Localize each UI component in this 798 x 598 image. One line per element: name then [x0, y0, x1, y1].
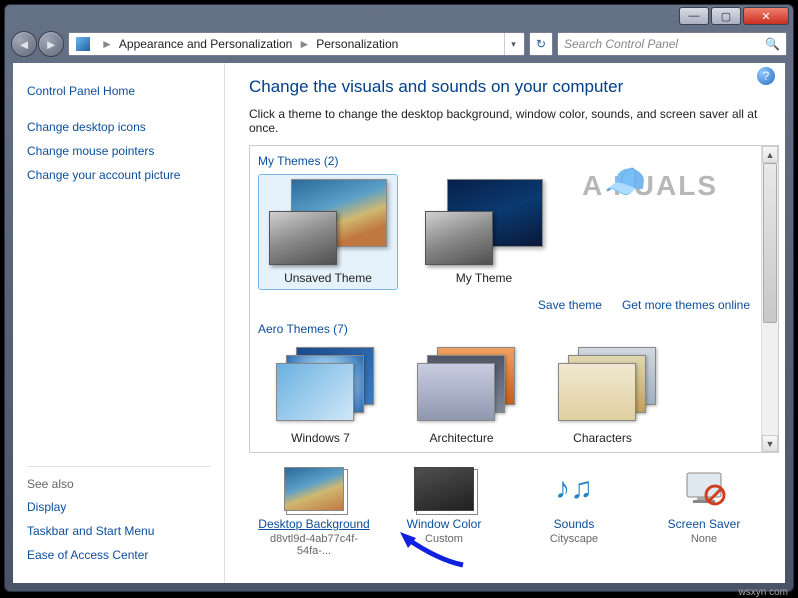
- main-panel: ? Change the visuals and sounds on your …: [225, 63, 785, 583]
- themes-list: A PUALS 🧢 My Themes (2) Unsaved Theme: [249, 145, 779, 453]
- theme-thumbnail: [550, 347, 656, 425]
- sidebar-link-desktop-icons[interactable]: Change desktop icons: [27, 115, 210, 139]
- theme-label: Unsaved Theme: [263, 271, 393, 285]
- navigation-bar: ◄ ► ► Appearance and Personalization ► P…: [5, 27, 793, 61]
- theme-label: Characters: [545, 431, 660, 445]
- get-more-themes-link[interactable]: Get more themes online: [622, 298, 750, 312]
- search-icon: 🔍: [765, 37, 780, 51]
- screensaver-option[interactable]: Screen Saver None: [644, 467, 764, 557]
- breadcrumb[interactable]: ► Appearance and Personalization ► Perso…: [68, 32, 525, 56]
- theme-links: Save theme Get more themes online: [258, 296, 778, 318]
- theme-thumbnail: [425, 179, 543, 265]
- search-placeholder: Search Control Panel: [564, 37, 678, 51]
- desktop-background-link[interactable]: Desktop Background: [258, 517, 369, 531]
- scrollbar-track[interactable]: [762, 163, 778, 435]
- sounds-value: Cityscape: [514, 531, 634, 545]
- theme-unsaved[interactable]: Unsaved Theme: [258, 174, 398, 290]
- footer-options: Desktop Background d8vtl9d-4ab77c4f-54fa…: [249, 453, 779, 557]
- refresh-button[interactable]: ↻: [529, 32, 553, 56]
- theme-architecture[interactable]: Architecture: [399, 342, 524, 450]
- control-panel-icon: [75, 36, 91, 52]
- sounds-icon: ♪♫: [544, 467, 604, 511]
- theme-mytheme[interactable]: My Theme: [414, 174, 554, 290]
- scrollbar-thumb[interactable]: [763, 163, 777, 323]
- window-color-icon: [414, 467, 474, 511]
- theme-characters[interactable]: Characters: [540, 342, 665, 450]
- breadcrumb-dropdown[interactable]: ▾: [504, 33, 522, 55]
- theme-thumbnail: [268, 347, 374, 425]
- aero-themes-row: Windows 7 Architecture Characters: [258, 342, 778, 453]
- page-title: Change the visuals and sounds on your co…: [249, 77, 779, 97]
- maximize-button[interactable]: ▢: [711, 7, 741, 25]
- desktop-background-option[interactable]: Desktop Background d8vtl9d-4ab77c4f-54fa…: [254, 467, 374, 557]
- content-area: Control Panel Home Change desktop icons …: [13, 63, 785, 583]
- window-color-option[interactable]: Window Color Custom: [384, 467, 504, 557]
- sidebar-link-taskbar[interactable]: Taskbar and Start Menu: [27, 519, 210, 543]
- sounds-link[interactable]: Sounds: [554, 517, 595, 531]
- theme-label: My Theme: [419, 271, 549, 285]
- watermark: A PUALS 🧢: [582, 170, 718, 202]
- screensaver-value: None: [644, 531, 764, 545]
- desktop-background-value: d8vtl9d-4ab77c4f-54fa-...: [254, 531, 374, 557]
- screensaver-link[interactable]: Screen Saver: [668, 517, 741, 531]
- sidebar-link-display[interactable]: Display: [27, 495, 210, 519]
- window-frame: — ▢ ✕ ◄ ► ► Appearance and Personalizati…: [4, 4, 794, 592]
- forward-button[interactable]: ►: [38, 31, 64, 57]
- close-button[interactable]: ✕: [743, 7, 789, 25]
- screensaver-icon: [674, 467, 734, 511]
- titlebar: — ▢ ✕: [5, 5, 793, 27]
- theme-thumbnail: [269, 179, 387, 265]
- breadcrumb-sep: ►: [95, 37, 119, 51]
- sounds-option[interactable]: ♪♫ Sounds Cityscape: [514, 467, 634, 557]
- help-icon[interactable]: ?: [757, 67, 775, 85]
- theme-label: Windows 7: [263, 431, 378, 445]
- see-also-label: See also: [27, 466, 210, 495]
- save-theme-link[interactable]: Save theme: [538, 298, 602, 312]
- breadcrumb-level2[interactable]: Personalization: [316, 37, 398, 51]
- sidebar: Control Panel Home Change desktop icons …: [13, 63, 225, 583]
- page-intro: Click a theme to change the desktop back…: [249, 107, 779, 135]
- sidebar-link-account-picture[interactable]: Change your account picture: [27, 163, 210, 187]
- window-color-link[interactable]: Window Color: [407, 517, 482, 531]
- vertical-scrollbar[interactable]: ▲ ▼: [761, 146, 778, 452]
- theme-windows7[interactable]: Windows 7: [258, 342, 383, 450]
- window-color-value: Custom: [384, 531, 504, 545]
- desktop-background-icon: [284, 467, 344, 511]
- breadcrumb-sep: ►: [292, 37, 316, 51]
- minimize-button[interactable]: —: [679, 7, 709, 25]
- theme-label: Architecture: [404, 431, 519, 445]
- control-panel-home-link[interactable]: Control Panel Home: [27, 79, 210, 103]
- aero-themes-label: Aero Themes (7): [258, 318, 778, 342]
- scroll-up-button[interactable]: ▲: [762, 146, 778, 163]
- back-button[interactable]: ◄: [11, 31, 37, 57]
- sidebar-link-mouse-pointers[interactable]: Change mouse pointers: [27, 139, 210, 163]
- scroll-down-button[interactable]: ▼: [762, 435, 778, 452]
- breadcrumb-level1[interactable]: Appearance and Personalization: [119, 37, 292, 51]
- nav-arrows: ◄ ►: [11, 31, 64, 57]
- footer-watermark: wsxyn com: [739, 587, 788, 598]
- sidebar-link-ease-of-access[interactable]: Ease of Access Center: [27, 543, 210, 567]
- theme-thumbnail: [409, 347, 515, 425]
- search-input[interactable]: Search Control Panel 🔍: [557, 32, 787, 56]
